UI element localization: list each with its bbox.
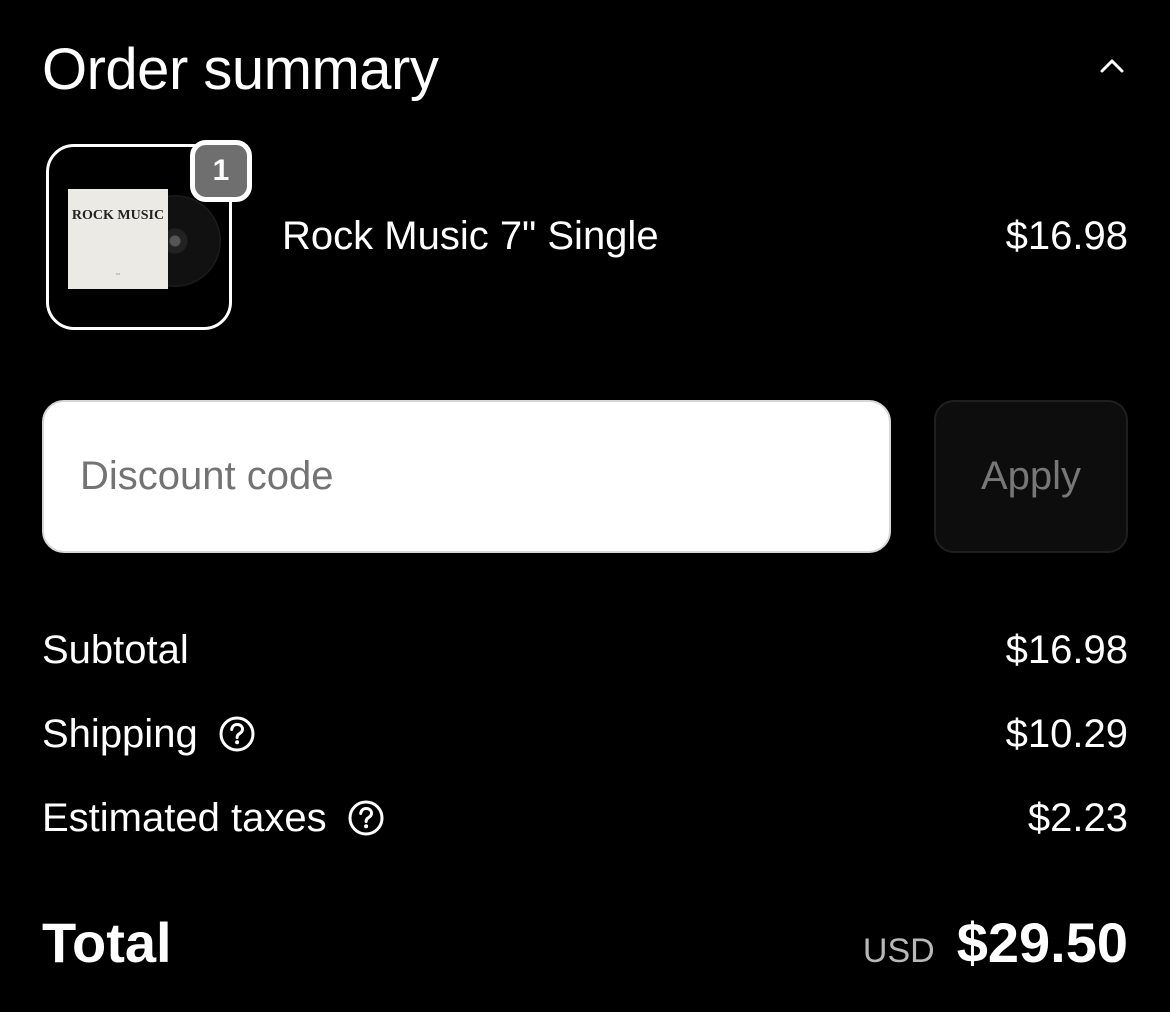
total-label: Total [42,911,172,974]
shipping-label: Shipping [42,710,256,758]
chevron-up-icon[interactable] [1096,50,1128,82]
price-summary: Subtotal $16.98 Shipping $10.29 Estimate… [42,620,1128,872]
taxes-help-icon[interactable] [347,799,385,837]
shipping-value: $10.29 [1005,712,1128,756]
shipping-row: Shipping $10.29 [42,704,1128,788]
total-row: Total USD $29.50 [42,906,1128,982]
order-summary-header[interactable]: Order summary [42,28,1128,114]
currency-code: USD [862,932,935,970]
sleeve-logo-text: ROCK MUSIC [71,208,165,223]
taxes-value: $2.23 [1027,796,1128,840]
product-price: $16.98 [1005,214,1128,258]
shipping-help-icon[interactable] [218,715,256,753]
total-value: $29.50 [956,911,1128,974]
total-amount: USD $29.50 [863,910,1128,976]
subtotal-label-text: Subtotal [42,628,189,672]
discount-row: Apply [42,400,1128,554]
subtotal-row: Subtotal $16.98 [42,620,1128,704]
subtotal-value: $16.98 [1005,628,1128,672]
subtotal-label: Subtotal [42,626,189,674]
sleeve-decoration: ••• [115,271,121,276]
discount-code-input[interactable] [42,400,891,553]
product-name: Rock Music 7" Single [282,214,659,258]
taxes-row: Estimated taxes $2.23 [42,788,1128,872]
page-title: Order summary [42,37,439,102]
product-thumbnail-wrapper: ROCK MUSIC ••• 1 [46,140,252,330]
taxes-label: Estimated taxes [42,794,385,842]
shipping-label-text: Shipping [42,712,198,756]
line-item: ROCK MUSIC ••• 1 Rock Music 7" Single $1… [42,126,1128,336]
quantity-badge: 1 [190,140,252,202]
record-sleeve-image: ROCK MUSIC ••• [68,189,168,289]
taxes-label-text: Estimated taxes [42,796,327,840]
apply-discount-button[interactable]: Apply [934,400,1128,553]
